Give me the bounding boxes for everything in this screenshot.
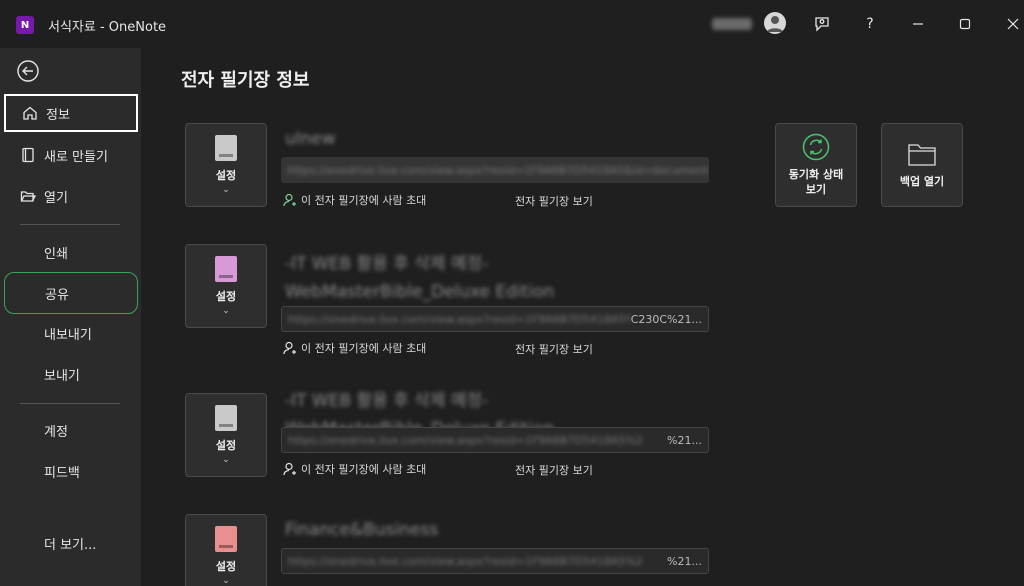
sidebar-item-share[interactable]: 공유: [4, 272, 138, 314]
notebook-icon: [215, 256, 237, 282]
notebook-icon: [215, 405, 237, 431]
home-icon: [22, 105, 38, 121]
folder-open-icon: [20, 188, 36, 204]
sidebar-item-new[interactable]: 새로 만들기: [4, 136, 138, 174]
invite-people-link[interactable]: 이 전자 필기장에 사람 초대: [283, 192, 426, 208]
view-label: 전자 필기장 보기: [515, 464, 593, 477]
open-backups-label: 백업 열기: [899, 174, 945, 188]
back-arrow-icon[interactable]: [17, 60, 39, 82]
help-icon[interactable]: ?: [860, 14, 880, 34]
open-backups-button[interactable]: 백업 열기: [881, 123, 963, 207]
view-notebook-link[interactable]: 전자 필기장 보기: [515, 341, 593, 357]
notebook-entry: 설정 ⌄ -IT WEB 활용 후 삭제 예정- WebMasterBible_…: [185, 391, 725, 493]
notebook-name: -IT WEB 활용 후 삭제 예정- WebMasterBible_Delux…: [285, 254, 555, 302]
new-notebook-icon: [20, 147, 36, 163]
sidebar-item-label: 피드백: [44, 465, 80, 481]
invite-label: 이 전자 필기장에 사람 초대: [301, 194, 427, 207]
chevron-down-icon: ⌄: [222, 455, 230, 465]
notebook-url-field[interactable]: https://onedrive.live.com/view.aspx?resi…: [281, 306, 709, 332]
sidebar-item-label: 내보내기: [44, 327, 92, 343]
notebook-name: Finance&Business: [285, 520, 439, 540]
notebook-settings-button[interactable]: 설정 ⌄: [185, 393, 267, 477]
view-notebook-link[interactable]: 전자 필기장 보기: [515, 193, 593, 209]
url-tail: %21...: [667, 433, 702, 447]
chevron-down-icon: ⌄: [222, 576, 230, 586]
url-tail: C230C%21...: [630, 312, 702, 326]
folder-icon: [908, 143, 936, 166]
sidebar-item-label: 계정: [44, 424, 68, 440]
notebook-entry: 설정 ⌄ Finance&Business https://onedrive.l…: [185, 514, 725, 586]
sync-icon: [802, 133, 830, 161]
url-tail: %21...: [667, 554, 702, 568]
maximize-icon[interactable]: [955, 14, 975, 34]
sidebar-item-print[interactable]: 인쇄: [4, 233, 138, 271]
notebook-settings-button[interactable]: 설정 ⌄: [185, 514, 267, 586]
url-blurred: https://onedrive.live.com/view.aspx?resi…: [287, 163, 709, 177]
notebook-settings-button[interactable]: 설정 ⌄: [185, 244, 267, 328]
settings-label: 설정: [215, 169, 237, 182]
notebook-url-field[interactable]: https://onedrive.live.com/view.aspx?resi…: [281, 548, 709, 574]
notebook-name: ulnew: [285, 129, 336, 149]
sidebar-item-label: 인쇄: [44, 246, 68, 262]
sidebar-item-open[interactable]: 열기: [4, 177, 138, 215]
sidebar-item-export[interactable]: 내보내기: [4, 314, 138, 352]
user-avatar[interactable]: [764, 12, 786, 34]
sidebar-item-label: 보내기: [44, 368, 80, 384]
url-blurred: https://onedrive.live.com/view.aspx?resi…: [288, 433, 643, 447]
view-label: 전자 필기장 보기: [515, 195, 593, 208]
close-icon[interactable]: [1003, 14, 1023, 34]
sidebar-item-send[interactable]: 보내기: [4, 355, 138, 393]
add-person-icon: [283, 462, 296, 476]
chevron-down-icon: ⌄: [222, 306, 230, 316]
notebook-entry: 설정 ⌄ ulnew https://onedrive.live.com/vie…: [185, 123, 725, 223]
sidebar-item-account[interactable]: 계정: [4, 411, 138, 449]
sidebar-divider: [20, 224, 120, 225]
sidebar-item-label: 더 보기...: [44, 537, 97, 553]
chevron-down-icon: ⌄: [222, 185, 230, 195]
notebook-icon: [215, 526, 237, 552]
user-name-blurred[interactable]: [712, 18, 752, 30]
invite-label: 이 전자 필기장에 사람 초대: [301, 342, 427, 355]
feedback-icon[interactable]: [812, 14, 832, 34]
view-label: 전자 필기장 보기: [515, 343, 593, 356]
notebook-icon: [215, 135, 237, 161]
title-bar: N 서식자료 - OneNote ?: [0, 0, 1024, 48]
notebook-url-field[interactable]: https://onedrive.live.com/view.aspx?resi…: [281, 157, 709, 183]
sidebar-item-more[interactable]: 더 보기...: [4, 524, 138, 562]
sync-status-button[interactable]: 동기화 상태 보기: [775, 123, 857, 207]
settings-label: 설정: [215, 439, 237, 452]
backstage-sidebar: 정보 새로 만들기 열기 인쇄 공유 내보내기 보내기 계정 피드백 더 보기.…: [0, 48, 141, 586]
window-title: 서식자료 - OneNote: [48, 20, 167, 35]
sidebar-item-feedback[interactable]: 피드백: [4, 452, 138, 490]
add-person-icon: [283, 341, 296, 355]
url-blurred: https://onedrive.live.com/view.aspx?resi…: [288, 554, 643, 568]
page-title: 전자 필기장 정보: [181, 70, 310, 91]
sidebar-divider: [20, 403, 120, 404]
invite-label: 이 전자 필기장에 사람 초대: [301, 463, 427, 476]
notebook-settings-button[interactable]: 설정 ⌄: [185, 123, 267, 207]
notebook-url-field[interactable]: https://onedrive.live.com/view.aspx?resi…: [281, 427, 709, 453]
settings-label: 설정: [215, 290, 237, 303]
notebook-entry: 설정 ⌄ -IT WEB 활용 후 삭제 예정- WebMasterBible_…: [185, 244, 725, 364]
invite-people-link[interactable]: 이 전자 필기장에 사람 초대: [283, 461, 426, 477]
sidebar-item-label: 열기: [44, 190, 68, 206]
minimize-icon[interactable]: [908, 14, 928, 34]
onenote-logo-icon: N: [16, 16, 34, 34]
settings-label: 설정: [215, 560, 237, 573]
sidebar-item-label: 정보: [46, 107, 70, 123]
sidebar-item-info[interactable]: 정보: [4, 94, 138, 132]
view-notebook-link[interactable]: 전자 필기장 보기: [515, 462, 593, 478]
info-page: 전자 필기장 정보 설정 ⌄ ulnew https://onedrive.li…: [141, 48, 1024, 586]
add-person-icon: [283, 193, 296, 207]
sidebar-item-label: 공유: [45, 287, 69, 303]
url-blurred: https://onedrive.live.com/view.aspx?resi…: [288, 312, 631, 326]
sync-status-label: 동기화 상태 보기: [788, 168, 844, 196]
sidebar-item-label: 새로 만들기: [44, 149, 108, 165]
invite-people-link[interactable]: 이 전자 필기장에 사람 초대: [283, 340, 426, 356]
